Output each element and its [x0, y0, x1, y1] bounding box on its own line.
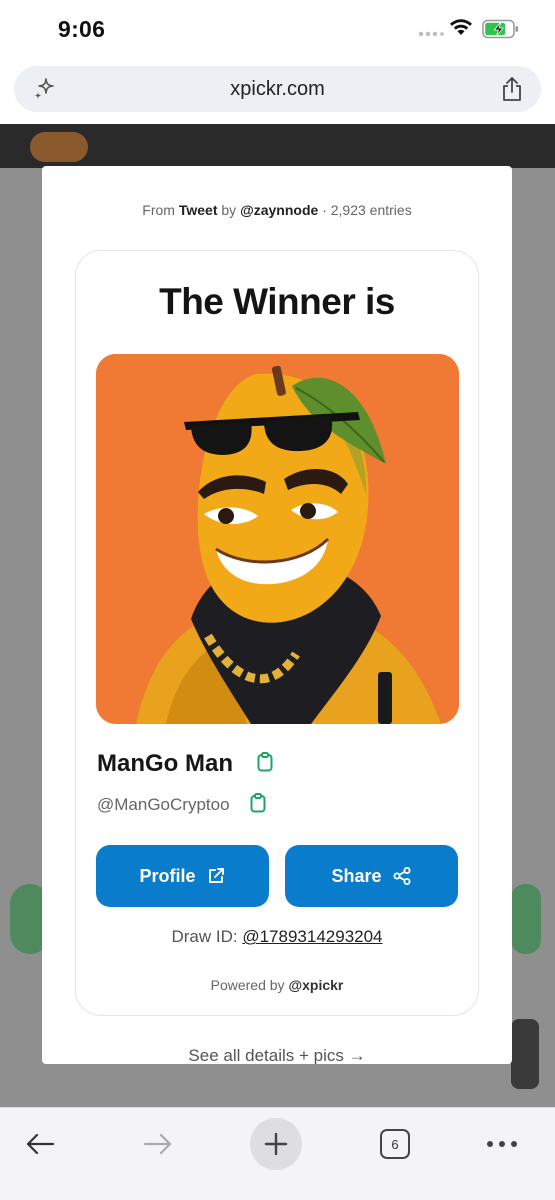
source-separator: · [322, 202, 327, 218]
share-page-icon[interactable] [500, 76, 524, 107]
winner-handle-row: @ManGoCryptoo [97, 792, 266, 818]
copy-name-icon[interactable] [257, 751, 273, 777]
source-type: Tweet [178, 202, 218, 218]
winner-handle: @ManGoCryptoo [97, 795, 230, 814]
powered-prefix: Powered by [210, 977, 285, 993]
arrow-left-icon [26, 1133, 55, 1155]
arrow-right-icon [143, 1133, 172, 1155]
winner-avatar [96, 354, 459, 724]
status-bar: 9:06 [0, 0, 555, 60]
profile-button-label: Profile [139, 865, 196, 886]
powered-by: Powered by @xpickr [76, 977, 478, 993]
more-dots-icon [487, 1141, 517, 1147]
wifi-icon [448, 17, 474, 42]
source-line: From Tweet by @zaynnode · 2,923 entries [42, 202, 512, 218]
winner-name: ManGo Man [97, 750, 233, 777]
backdrop-dark-element [511, 1019, 539, 1089]
winner-card: The Winner is ManGo Man @ManGoCryptoo Pr… [75, 250, 479, 1016]
forward-button[interactable] [132, 1118, 184, 1170]
entries-count: 2,923 entries [330, 202, 412, 218]
plus-icon [264, 1132, 288, 1156]
winner-headline: The Winner is [159, 281, 395, 322]
external-link-icon [208, 868, 224, 883]
backdrop-logo [30, 132, 88, 162]
backdrop-header [0, 124, 555, 168]
see-all-details-link[interactable]: See all details + pics → [42, 1046, 512, 1064]
cellular-dots-icon [418, 24, 444, 42]
source-prefix: From [142, 202, 175, 218]
profile-button[interactable]: Profile [96, 845, 269, 907]
address-bar[interactable]: xpickr.com [14, 66, 541, 112]
back-button[interactable] [14, 1118, 66, 1170]
battery-charging-icon [482, 19, 520, 44]
tab-count: 6 [380, 1129, 410, 1159]
tabs-button[interactable]: 6 [369, 1118, 421, 1170]
draw-id-label: Draw ID: [171, 927, 238, 946]
draw-id-row: Draw ID: @1789314293204 [76, 927, 478, 947]
winner-modal: From Tweet by @zaynnode · 2,923 entries … [42, 166, 512, 1064]
copy-handle-icon[interactable] [250, 792, 266, 818]
url-text[interactable]: xpickr.com [14, 78, 541, 101]
powered-brand-link[interactable]: @xpickr [288, 977, 343, 993]
new-tab-button[interactable] [250, 1118, 302, 1170]
share-nodes-icon [393, 867, 411, 885]
source-by: by [221, 202, 237, 218]
browser-toolbar: 6 [0, 1107, 555, 1200]
backdrop-green-element-right [511, 884, 541, 954]
status-time: 9:06 [58, 16, 106, 42]
share-button-label: Share [331, 865, 382, 886]
draw-id-link[interactable]: @1789314293204 [242, 927, 382, 946]
winner-name-row: ManGo Man [97, 749, 273, 779]
more-button[interactable] [476, 1118, 528, 1170]
share-button[interactable]: Share [285, 845, 458, 907]
source-author[interactable]: @zaynnode [240, 202, 318, 218]
